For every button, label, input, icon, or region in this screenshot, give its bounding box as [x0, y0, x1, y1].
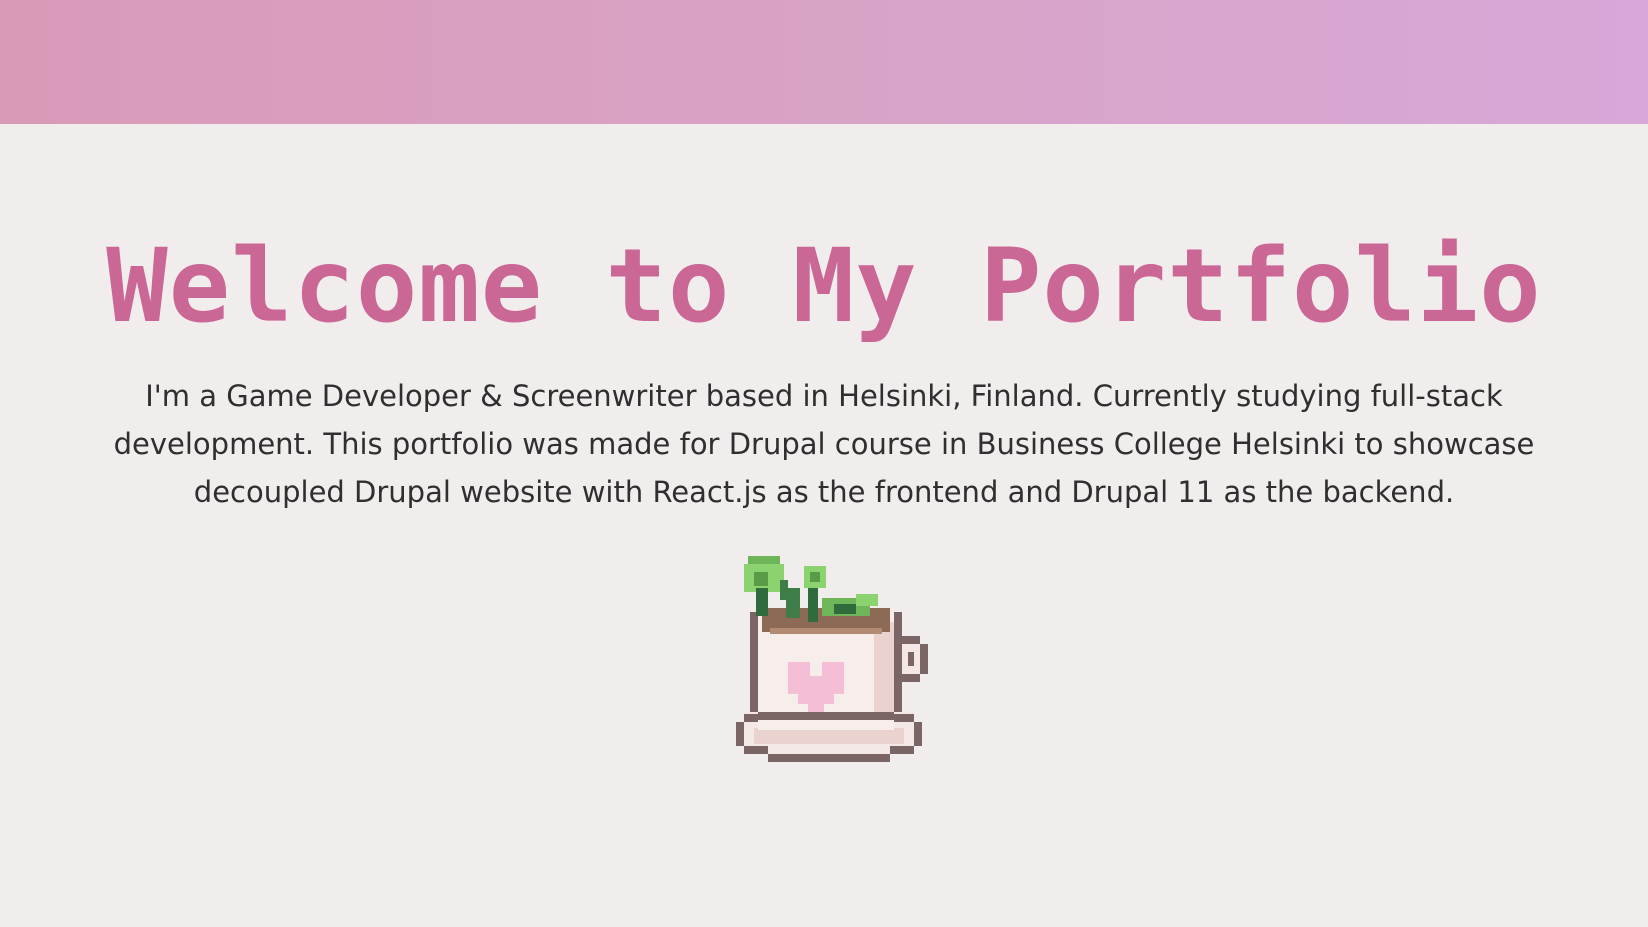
- page-title: Welcome to My Portfolio: [106, 227, 1542, 346]
- pixel-teacup-plant-icon: [736, 556, 928, 762]
- top-header-bar: [0, 0, 1648, 124]
- intro-paragraph: I'm a Game Developer & Screenwriter base…: [113, 379, 1535, 509]
- hero-section: Welcome to My Portfolio I'm a Game Devel…: [0, 124, 1648, 927]
